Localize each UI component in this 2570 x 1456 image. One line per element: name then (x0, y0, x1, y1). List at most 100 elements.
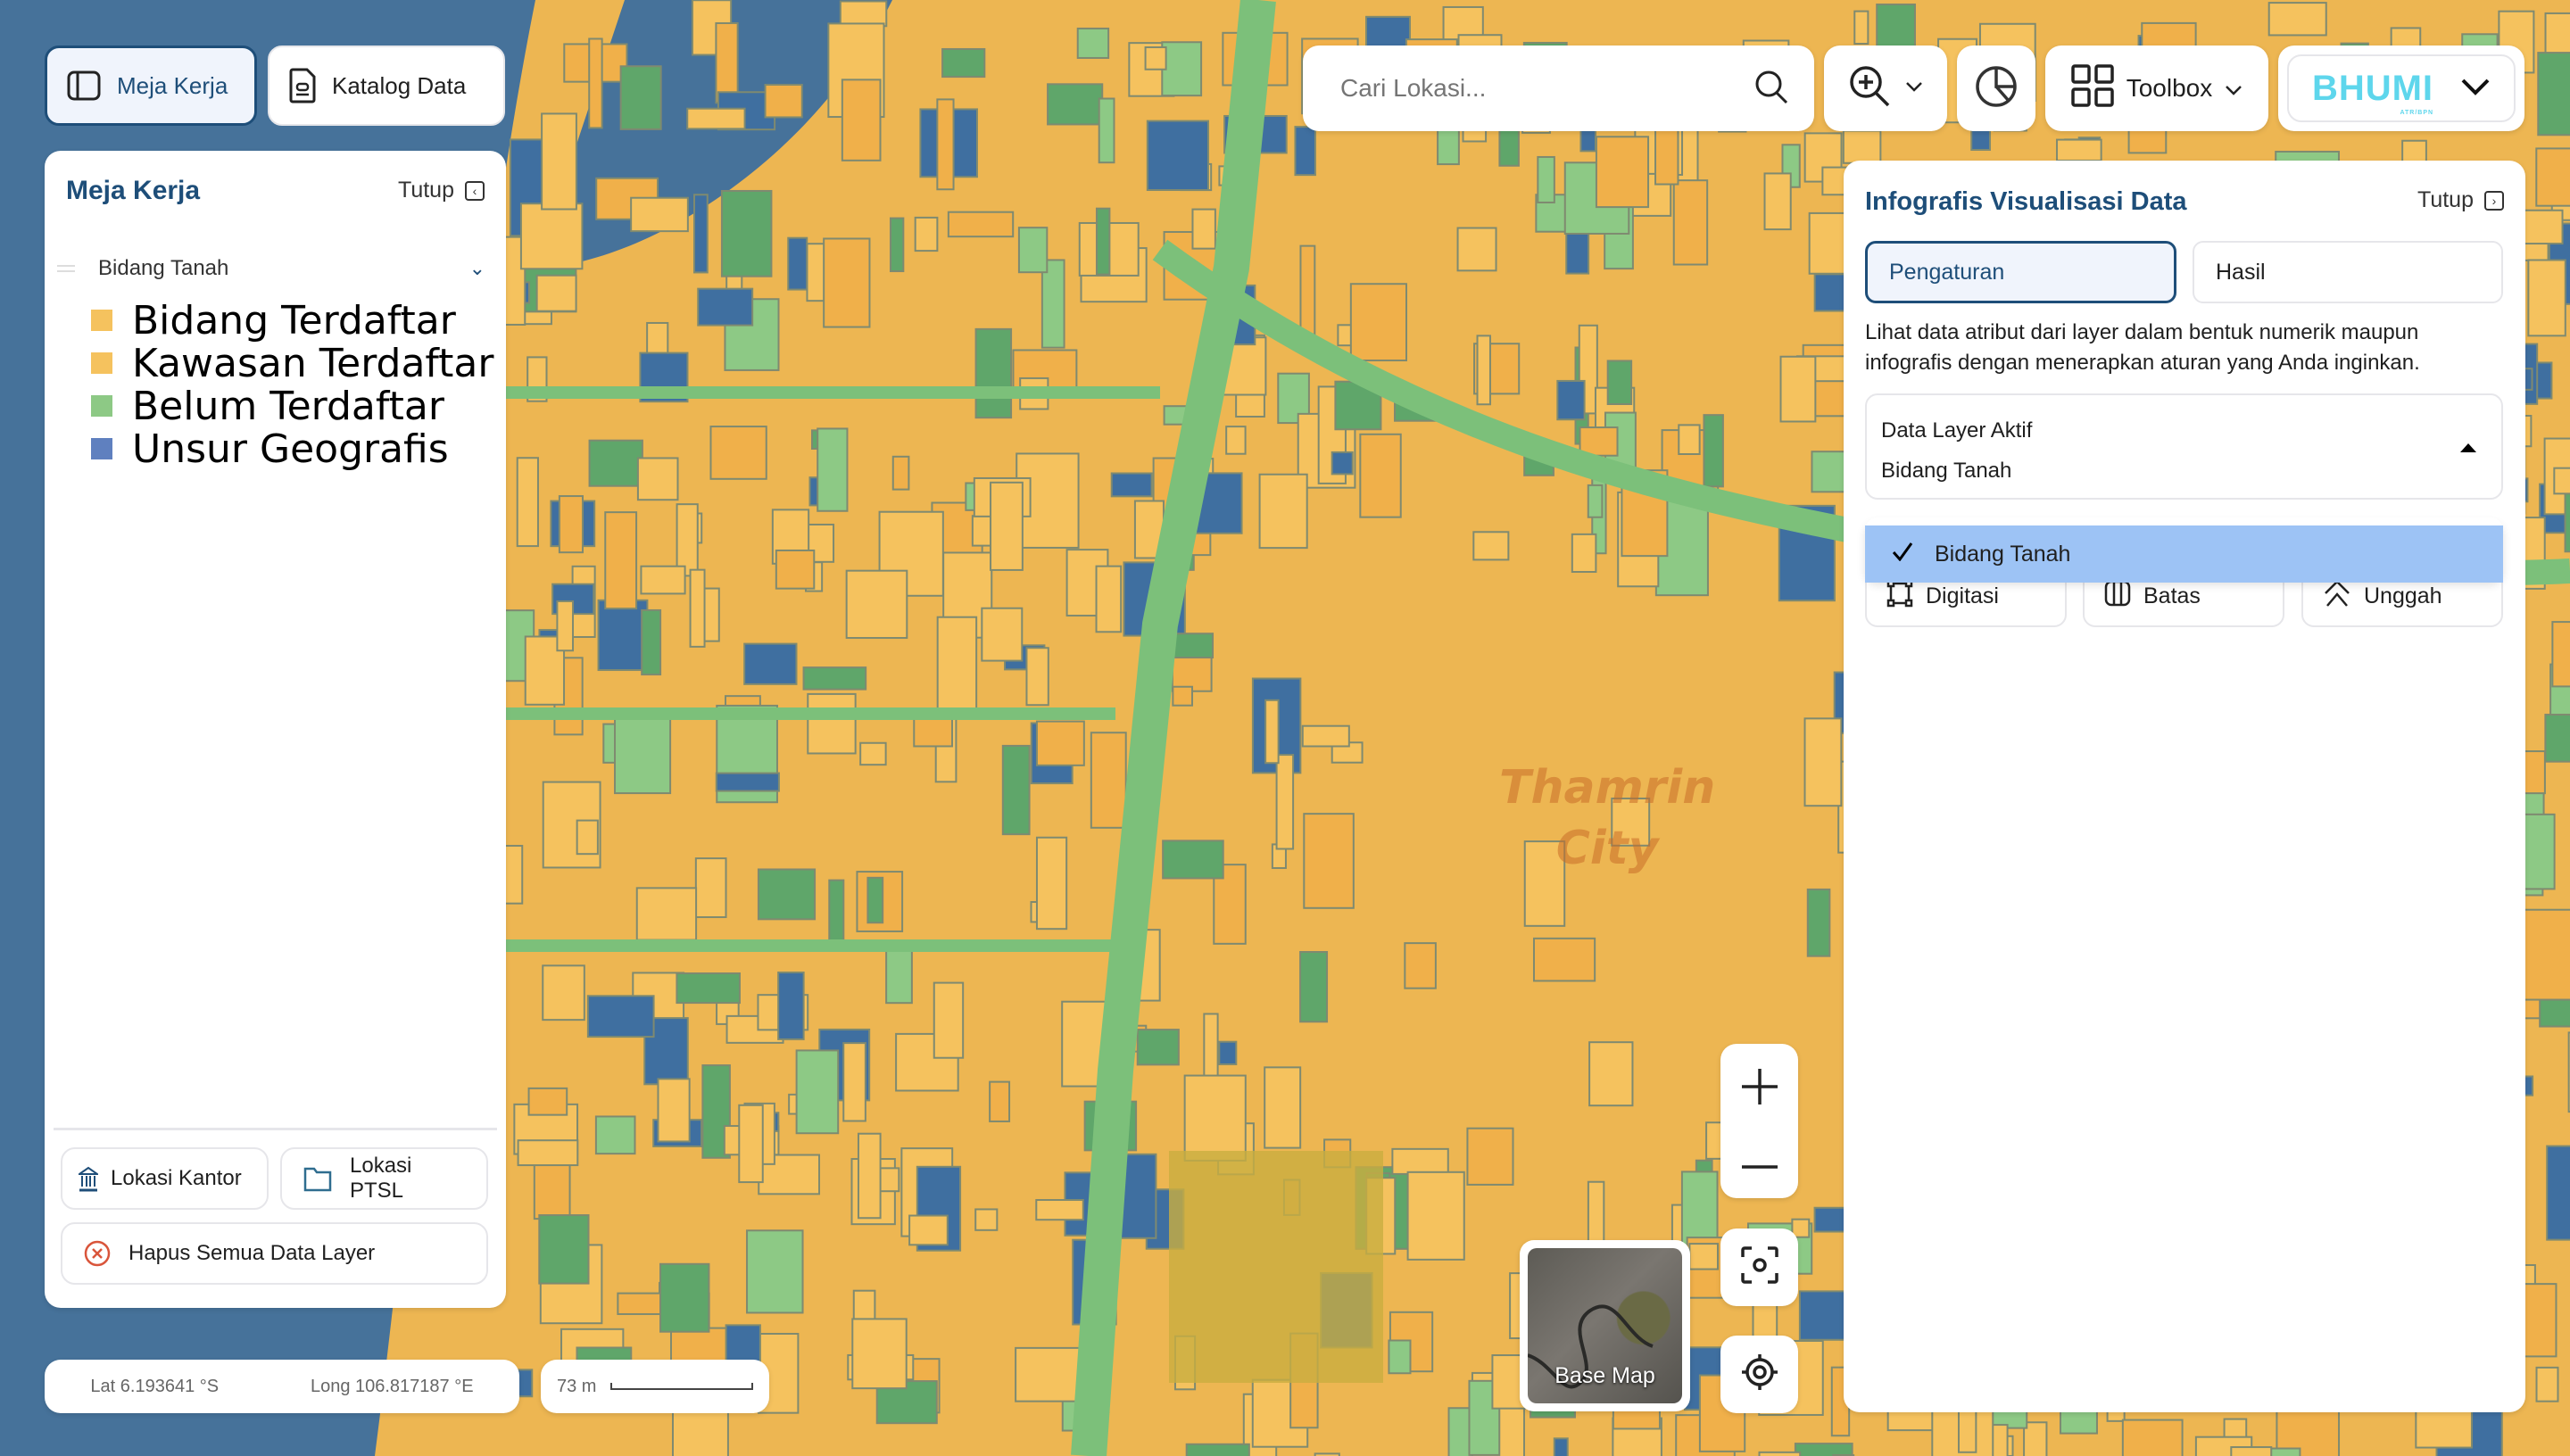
layer-name: Bidang Tanah (98, 256, 229, 280)
base-map-thumbnail: Base Map (1528, 1248, 1682, 1403)
infographic-button[interactable] (1957, 46, 2035, 131)
close-circle-icon (84, 1240, 111, 1267)
map-parcel (933, 981, 965, 1059)
zoom-out-button[interactable] (1741, 1158, 1778, 1174)
map-parcel (1144, 46, 1167, 70)
map-parcel (795, 1049, 840, 1135)
map-parcel (764, 83, 803, 119)
legend-item: Belum Terdaftar (91, 384, 493, 429)
tab-hasil[interactable]: Hasil (2193, 241, 2503, 303)
map-parcel (1218, 1040, 1238, 1065)
zoom-in-icon (1848, 64, 1893, 113)
map-parcel (1095, 565, 1123, 633)
zoom-in-button[interactable] (1741, 1068, 1778, 1110)
map-parcel (1191, 208, 1216, 250)
chevron-right-icon: › (2484, 190, 2504, 211)
map-parcel (1537, 155, 1555, 203)
map-parcel (1035, 720, 1085, 766)
map-parcel (1532, 937, 1596, 982)
map-parcel (619, 65, 662, 130)
map-parcel (1957, 1409, 1977, 1453)
map-parcel (617, 1292, 667, 1315)
my-location-button[interactable] (1720, 1336, 1798, 1413)
search-box[interactable] (1303, 46, 1814, 131)
map-parcel (1015, 1346, 1082, 1402)
map-label-thamrin-city: Thamrin City (1499, 761, 1716, 875)
map-parcel (516, 457, 539, 548)
map-parcel (1264, 1066, 1302, 1149)
close-panel-button[interactable]: Tutup › (2417, 187, 2504, 213)
map-parcel (990, 481, 1024, 571)
map-parcel (842, 1042, 866, 1122)
map-parcel (1095, 207, 1111, 276)
tool-label: Batas (2143, 583, 2201, 608)
map-parcel (1331, 451, 1354, 476)
meja-kerja-panel: Meja Kerja Tutup ‹ Bidang Tanah ⌄ Bidang… (45, 151, 506, 1308)
map-parcel (1349, 283, 1407, 362)
layer-row[interactable]: Bidang Tanah ⌄ (57, 256, 485, 281)
map-parcel (1359, 433, 1402, 518)
map-parcel (851, 1318, 908, 1390)
drag-handle-icon[interactable] (57, 265, 75, 272)
button-label: Lokasi PTSL (350, 1154, 412, 1203)
map-parcel (936, 98, 955, 191)
bhumi-logo: BHUMI ATR/BPN (2311, 68, 2434, 116)
map-parcel (597, 599, 649, 672)
data-layer-select[interactable]: Data Layer Aktif Bidang Tanah (1865, 393, 2503, 500)
map-parcel (1456, 227, 1497, 272)
close-label: Tutup (397, 178, 454, 203)
map-parcel (823, 237, 871, 328)
focus-icon (1740, 1246, 1778, 1288)
option-label: Bidang Tanah (1935, 541, 2071, 567)
search-icon[interactable] (1753, 69, 1789, 109)
map-parcel (743, 642, 798, 685)
lokasi-ptsl-button[interactable]: Lokasi PTSL (280, 1147, 488, 1210)
toolbox-button[interactable]: Toolbox (2045, 46, 2268, 131)
map-parcel (517, 1139, 579, 1167)
map-parcel (891, 455, 910, 491)
map-parcel (558, 495, 584, 554)
map-parcel (1017, 227, 1049, 274)
document-icon (289, 68, 316, 103)
map-parcel (841, 79, 882, 161)
map-parcel (535, 274, 577, 312)
zoom-tool-button[interactable] (1824, 46, 1947, 131)
digitize-icon (1886, 579, 1913, 614)
map-parcel (1110, 472, 1153, 498)
map-parcel (1588, 1041, 1634, 1107)
tab-katalog-data-label: Katalog Data (332, 71, 467, 99)
map-parcel (1035, 836, 1068, 931)
folder-icon (303, 1165, 332, 1192)
tab-katalog-data[interactable]: Katalog Data (268, 46, 505, 126)
map-parcel (709, 426, 767, 480)
tab-meja-kerja[interactable]: Meja Kerja (45, 46, 257, 126)
map-parcel (2121, 1419, 2184, 1456)
hapus-semua-data-layer-button[interactable]: Hapus Semua Data Layer (61, 1222, 488, 1285)
tab-pengaturan[interactable]: Pengaturan (1865, 241, 2176, 303)
map-parcel (817, 427, 849, 512)
map-parcel (974, 327, 1013, 419)
lokasi-kantor-button[interactable]: Lokasi Kantor (61, 1147, 269, 1210)
map-parcel (941, 47, 986, 79)
tool-label: Unggah (2364, 583, 2442, 608)
map-parcel (1146, 120, 1209, 192)
scale-label: 73 m (557, 1376, 597, 1396)
map-parcel (802, 666, 867, 691)
map-parcel (857, 1132, 882, 1220)
map-parcel (630, 196, 689, 233)
longitude: Long 106.817187 °E (310, 1376, 474, 1396)
button-label: Lokasi Kantor (111, 1166, 242, 1190)
dropdown-option-bidang-tanah[interactable]: Bidang Tanah (1865, 525, 2503, 583)
fullscreen-button[interactable] (1720, 1228, 1798, 1306)
select-value: Bidang Tanah (1881, 459, 2012, 483)
map-parcel (641, 608, 662, 676)
map-parcel (936, 616, 978, 712)
close-panel-button[interactable]: Tutup ‹ (398, 178, 485, 203)
brand-menu[interactable]: BHUMI ATR/BPN (2278, 46, 2524, 131)
map-parcel (697, 287, 754, 327)
map-parcel (635, 887, 698, 941)
base-map-toggle[interactable]: Base Map (1520, 1240, 1690, 1411)
chevron-down-icon[interactable]: ⌄ (469, 257, 485, 280)
search-input[interactable] (1340, 74, 1753, 103)
chevron-down-icon (2225, 74, 2243, 103)
